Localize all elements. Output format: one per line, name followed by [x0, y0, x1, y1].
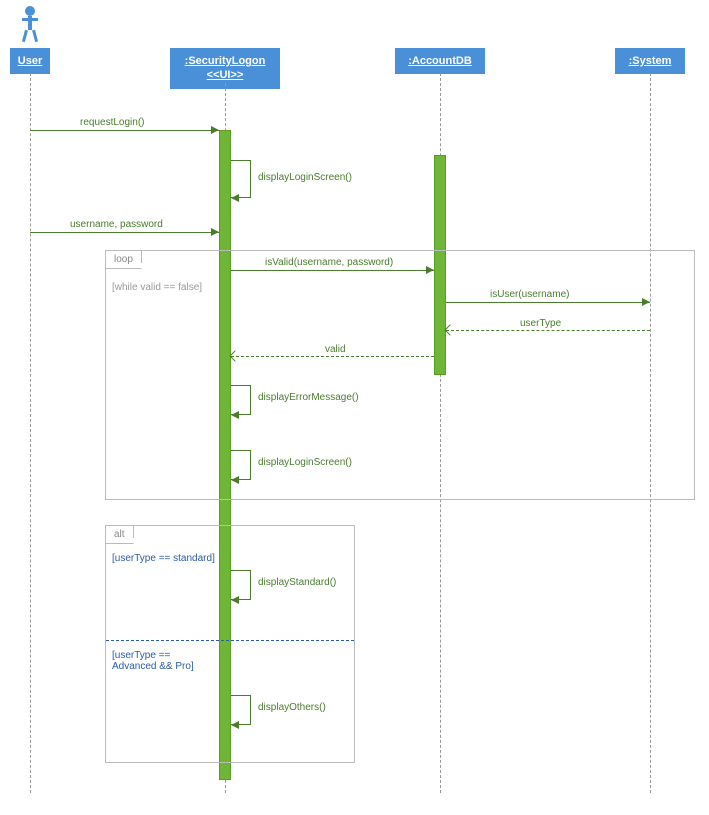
msg-display-login-screen-line	[231, 160, 251, 198]
msg-username-password-label: username, password	[70, 219, 163, 230]
account-db-header: :AccountDB	[395, 48, 485, 74]
alt-divider	[106, 640, 354, 641]
msg-display-login-screen2-arrow	[231, 476, 239, 484]
msg-display-login-screen-arrow	[231, 194, 239, 202]
system-header: :System	[615, 48, 685, 74]
msg-display-others-arrow	[231, 721, 239, 729]
msg-valid-label: valid	[325, 344, 346, 355]
user-actor-icon	[20, 5, 40, 43]
msg-request-login-label: requestLogin()	[80, 117, 144, 128]
system-label: :System	[629, 55, 672, 67]
msg-request-login-arrow	[211, 126, 219, 134]
user-lifeline	[30, 73, 31, 793]
alt-fragment-label: alt	[106, 526, 134, 544]
msg-display-login-screen2-label: displayLoginScreen()	[258, 457, 352, 468]
loop-guard: [while valid == false]	[112, 282, 202, 293]
msg-is-user-line	[446, 302, 650, 303]
msg-display-error-arrow	[231, 411, 239, 419]
msg-user-type-line	[446, 330, 650, 331]
msg-display-error-label: displayErrorMessage()	[258, 392, 359, 403]
msg-is-valid-label: isValid(username, password)	[265, 257, 393, 268]
security-logon-name: :SecurityLogon	[185, 55, 266, 67]
msg-display-standard-label: displayStandard()	[258, 577, 336, 588]
msg-display-standard-arrow	[231, 596, 239, 604]
alt-guard2: [userType == Advanced && Pro]	[112, 650, 212, 672]
msg-user-type-label: userType	[520, 318, 561, 329]
loop-fragment-label: loop	[106, 251, 142, 269]
msg-request-login-line	[30, 130, 219, 131]
user-label: User	[18, 55, 42, 67]
msg-is-user-label: isUser(username)	[490, 289, 569, 300]
msg-username-password-arrow	[211, 228, 219, 236]
msg-valid-line	[231, 356, 434, 357]
msg-is-valid-line	[231, 270, 434, 271]
account-db-label: :AccountDB	[408, 55, 472, 67]
msg-is-user-arrow	[642, 298, 650, 306]
alt-guard1: [userType == standard]	[112, 553, 215, 564]
user-header: User	[10, 48, 50, 74]
msg-is-valid-arrow	[426, 266, 434, 274]
msg-display-login-screen-label: displayLoginScreen()	[258, 172, 352, 183]
security-logon-stereo: <<UI>>	[207, 69, 244, 81]
msg-display-others-label: displayOthers()	[258, 702, 326, 713]
msg-username-password-line	[30, 232, 219, 233]
